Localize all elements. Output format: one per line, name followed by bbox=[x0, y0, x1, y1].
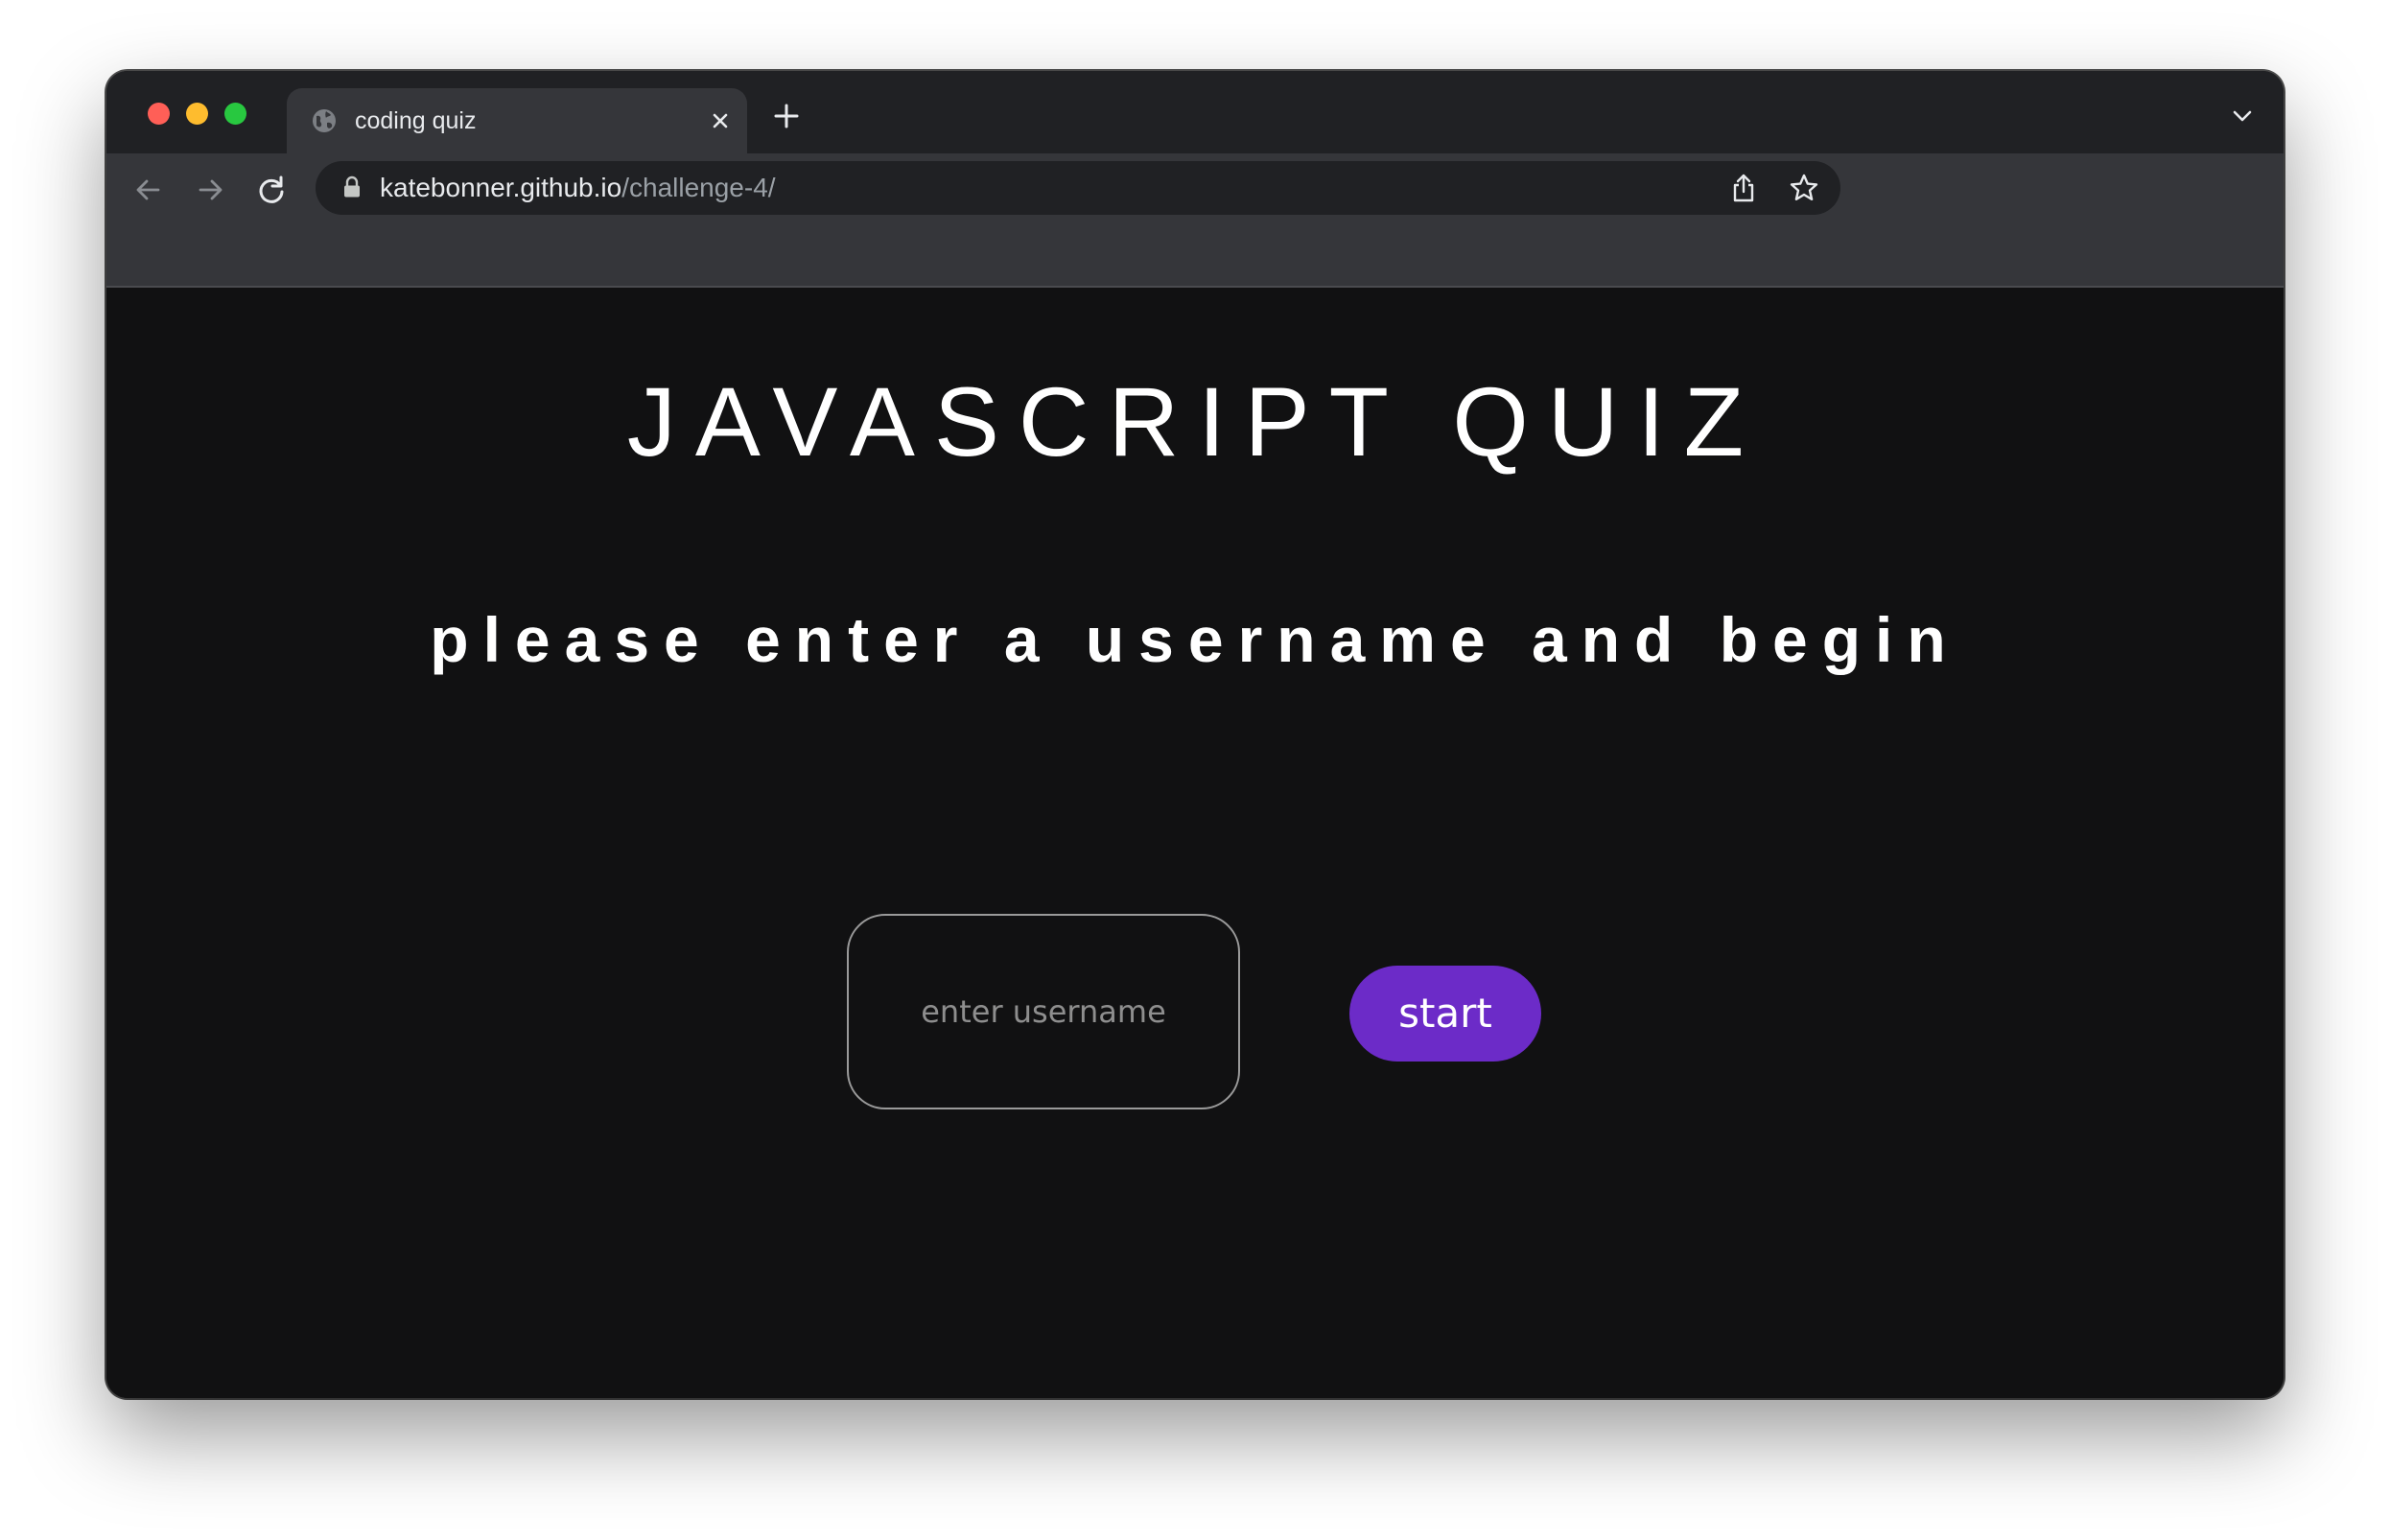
chevron-down-icon[interactable] bbox=[2230, 104, 2255, 128]
share-icon[interactable] bbox=[1729, 173, 1758, 203]
plus-icon[interactable] bbox=[772, 102, 801, 130]
browser-window: coding quiz katebonner.github.io/challen… bbox=[106, 71, 2284, 1398]
page-subtitle: please enter a username and begin bbox=[430, 604, 1960, 675]
close-window-button[interactable] bbox=[148, 103, 170, 125]
username-input[interactable] bbox=[847, 914, 1240, 1109]
arrow-left-icon[interactable] bbox=[131, 173, 166, 207]
star-icon[interactable] bbox=[1789, 173, 1819, 203]
url-host: katebonner.github.io bbox=[380, 173, 622, 202]
browser-toolbar: katebonner.github.io/challenge-4/ bbox=[106, 153, 2284, 288]
tab-title: coding quiz bbox=[355, 107, 477, 134]
lock-icon[interactable] bbox=[341, 175, 363, 198]
address-url: katebonner.github.io/challenge-4/ bbox=[380, 173, 776, 203]
minimize-window-button[interactable] bbox=[186, 103, 208, 125]
start-button[interactable]: start bbox=[1349, 966, 1541, 1062]
tab-coding-quiz[interactable]: coding quiz bbox=[287, 88, 747, 153]
close-icon[interactable] bbox=[707, 107, 734, 134]
reload-icon[interactable] bbox=[254, 173, 289, 207]
maximize-window-button[interactable] bbox=[224, 103, 246, 125]
tab-strip: coding quiz bbox=[106, 71, 2284, 153]
page-title: JAVASCRIPT QUIZ bbox=[626, 367, 1764, 477]
url-path: /challenge-4/ bbox=[621, 173, 776, 202]
globe-icon bbox=[313, 109, 336, 132]
arrow-right-icon[interactable] bbox=[193, 173, 227, 207]
page-content: JAVASCRIPT QUIZ please enter a username … bbox=[106, 288, 2284, 1398]
address-bar[interactable]: katebonner.github.io/challenge-4/ bbox=[316, 161, 1840, 215]
